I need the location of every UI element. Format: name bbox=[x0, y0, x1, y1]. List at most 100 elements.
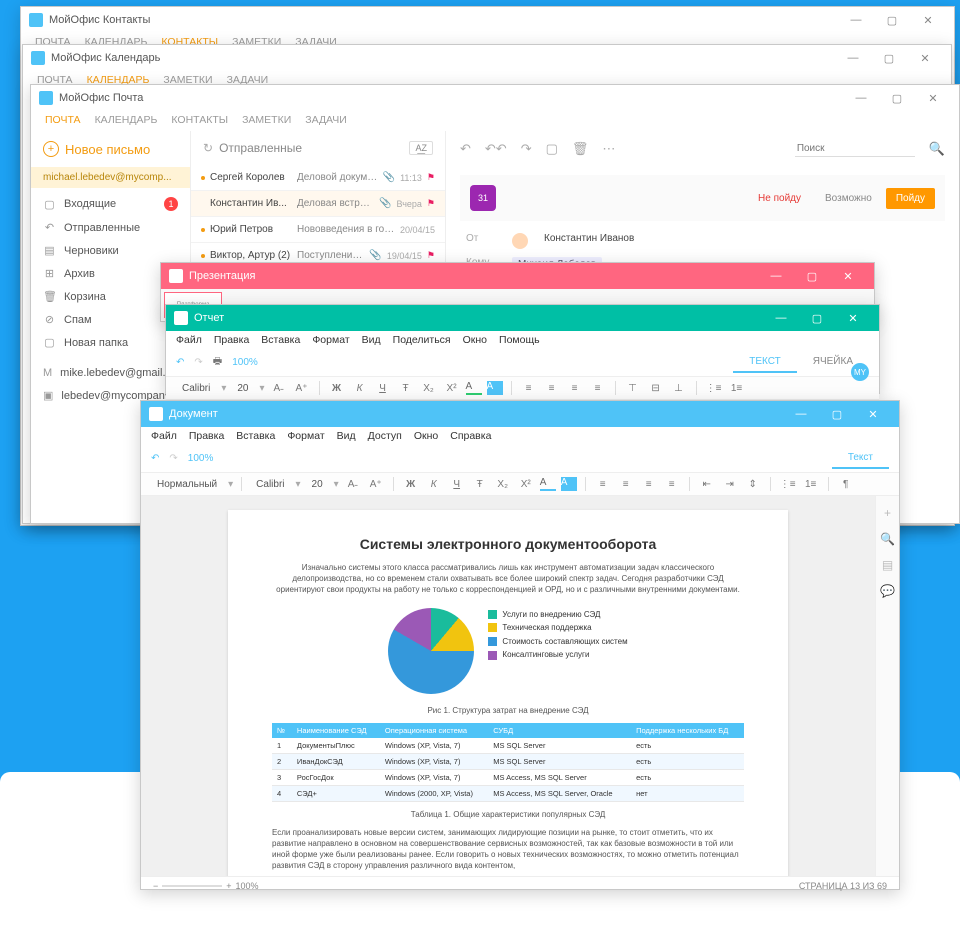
font-decrease-icon[interactable]: A˗ bbox=[344, 479, 362, 490]
menu-file[interactable]: Файл bbox=[176, 334, 202, 346]
align-center-icon[interactable]: ≡ bbox=[617, 479, 635, 490]
menu-edit[interactable]: Правка bbox=[214, 334, 249, 346]
size-select[interactable]: 20 bbox=[231, 382, 254, 395]
text-color-icon[interactable]: A bbox=[540, 477, 556, 491]
folder-Черновики[interactable]: ▤Черновики bbox=[31, 239, 190, 262]
subscript-icon[interactable]: X₂ bbox=[420, 383, 438, 394]
add-icon[interactable]: + bbox=[884, 506, 891, 520]
menu-format[interactable]: Формат bbox=[287, 430, 324, 442]
maximize-icon[interactable]: ▢ bbox=[794, 265, 830, 287]
font-increase-icon[interactable]: A⁺ bbox=[367, 479, 385, 490]
align-justify-icon[interactable]: ≡ bbox=[589, 383, 607, 394]
valign-mid-icon[interactable]: ⊟ bbox=[647, 383, 665, 394]
menu-help[interactable]: Помощь bbox=[499, 334, 540, 346]
minimize-icon[interactable]: — bbox=[763, 307, 799, 329]
align-right-icon[interactable]: ≡ bbox=[640, 479, 658, 490]
font-increase-icon[interactable]: A⁺ bbox=[293, 383, 311, 394]
strike-icon[interactable]: Ŧ bbox=[471, 479, 489, 490]
print-icon[interactable]: 🖶 bbox=[213, 354, 222, 371]
minimize-icon[interactable]: — bbox=[843, 87, 879, 109]
maximize-icon[interactable]: ▢ bbox=[871, 47, 907, 69]
search-icon[interactable]: 🔍 bbox=[929, 141, 945, 157]
menu-share[interactable]: Поделиться bbox=[393, 334, 451, 346]
number-list-icon[interactable]: 1≡ bbox=[728, 383, 746, 394]
bold-icon[interactable]: Ж bbox=[402, 479, 420, 490]
menu-insert[interactable]: Вставка bbox=[236, 430, 275, 442]
highlight-icon[interactable]: A bbox=[561, 477, 577, 491]
italic-icon[interactable]: К bbox=[351, 383, 369, 394]
maximize-icon[interactable]: ▢ bbox=[874, 9, 910, 31]
minimize-icon[interactable]: — bbox=[783, 403, 819, 425]
menu-tasks[interactable]: ЗАДАЧИ bbox=[305, 114, 347, 126]
redo-icon[interactable]: ↷ bbox=[194, 357, 202, 368]
menu-notes[interactable]: ЗАМЕТКИ bbox=[242, 114, 291, 126]
folder-Отправленные[interactable]: ↶Отправленные bbox=[31, 216, 190, 239]
bullet-list-icon[interactable]: ⋮≡ bbox=[779, 479, 797, 490]
font-select[interactable]: Calibri bbox=[176, 382, 216, 395]
menu-mail[interactable]: ПОЧТА bbox=[45, 114, 81, 126]
close-icon[interactable]: ✕ bbox=[835, 307, 871, 329]
menu-window[interactable]: Окно bbox=[414, 430, 438, 442]
size-select[interactable]: 20 bbox=[306, 478, 329, 491]
close-icon[interactable]: ✕ bbox=[830, 265, 866, 287]
message-row[interactable]: Сергей КоролевДеловой документооб...📎11:… bbox=[191, 165, 445, 191]
style-select[interactable]: Нормальный bbox=[151, 478, 223, 491]
align-right-icon[interactable]: ≡ bbox=[566, 383, 584, 394]
tab-text[interactable]: ТЕКСТ bbox=[733, 352, 797, 373]
menu-insert[interactable]: Вставка bbox=[261, 334, 300, 346]
valign-bot-icon[interactable]: ⊥ bbox=[670, 383, 688, 394]
indent-inc-icon[interactable]: ⇥ bbox=[721, 479, 739, 490]
delete-icon[interactable]: 🗑 bbox=[572, 141, 589, 157]
zoom-slider[interactable]: −+100% bbox=[153, 881, 259, 891]
rsvp-no-button[interactable]: Не пойду bbox=[748, 188, 811, 209]
highlight-icon[interactable]: A bbox=[487, 381, 503, 395]
underline-icon[interactable]: Ч bbox=[374, 383, 392, 394]
font-decrease-icon[interactable]: A˗ bbox=[270, 383, 288, 394]
menu-contacts[interactable]: КОНТАКТЫ bbox=[171, 114, 228, 126]
forward-icon[interactable]: ↷ bbox=[521, 141, 532, 157]
search-input[interactable] bbox=[795, 141, 915, 157]
bold-icon[interactable]: Ж bbox=[328, 383, 346, 394]
line-spacing-icon[interactable]: ⇕ bbox=[744, 479, 762, 490]
underline-icon[interactable]: Ч bbox=[448, 479, 466, 490]
menu-view[interactable]: Вид bbox=[337, 430, 356, 442]
user-badge[interactable]: MY bbox=[851, 363, 869, 381]
maximize-icon[interactable]: ▢ bbox=[799, 307, 835, 329]
new-letter-button[interactable]: +Новое письмо bbox=[31, 135, 190, 163]
subscript-icon[interactable]: X₂ bbox=[494, 479, 512, 490]
align-justify-icon[interactable]: ≡ bbox=[663, 479, 681, 490]
reply-icon[interactable]: ↶ bbox=[460, 141, 471, 157]
minimize-icon[interactable]: — bbox=[835, 47, 871, 69]
superscript-icon[interactable]: X² bbox=[517, 479, 535, 490]
menu-help[interactable]: Справка bbox=[450, 430, 491, 442]
more-icon[interactable]: ⋯ bbox=[602, 141, 615, 157]
text-color-icon[interactable]: A bbox=[466, 381, 482, 395]
number-list-icon[interactable]: 1≡ bbox=[802, 479, 820, 490]
pilcrow-icon[interactable]: ¶ bbox=[837, 479, 855, 490]
close-icon[interactable]: ✕ bbox=[910, 9, 946, 31]
maximize-icon[interactable]: ▢ bbox=[879, 87, 915, 109]
tab-text[interactable]: Текст bbox=[832, 448, 889, 469]
indent-dec-icon[interactable]: ⇤ bbox=[698, 479, 716, 490]
close-icon[interactable]: ✕ bbox=[915, 87, 951, 109]
close-icon[interactable]: ✕ bbox=[855, 403, 891, 425]
rsvp-maybe-button[interactable]: Возможно bbox=[815, 188, 882, 209]
rsvp-yes-button[interactable]: Пойду bbox=[886, 188, 935, 209]
menu-file[interactable]: Файл bbox=[151, 430, 177, 442]
menu-window[interactable]: Окно bbox=[463, 334, 487, 346]
maximize-icon[interactable]: ▢ bbox=[819, 403, 855, 425]
align-left-icon[interactable]: ≡ bbox=[594, 479, 612, 490]
menu-edit[interactable]: Правка bbox=[189, 430, 224, 442]
zoom-label[interactable]: 100% bbox=[188, 453, 214, 464]
italic-icon[interactable]: К bbox=[425, 479, 443, 490]
align-center-icon[interactable]: ≡ bbox=[543, 383, 561, 394]
search-icon[interactable]: 🔍 bbox=[880, 532, 895, 546]
menu-access[interactable]: Доступ bbox=[368, 430, 402, 442]
archive-icon[interactable]: ▢ bbox=[546, 141, 558, 157]
valign-top-icon[interactable]: ⊤ bbox=[624, 383, 642, 394]
minimize-icon[interactable]: — bbox=[758, 265, 794, 287]
zoom-label[interactable]: 100% bbox=[232, 357, 258, 368]
undo-icon[interactable]: ↶ bbox=[151, 453, 159, 464]
message-row[interactable]: Константин Ив...Деловая встреча📎Вчера⚑ bbox=[191, 191, 445, 217]
folder-Входящие[interactable]: ▢Входящие1 bbox=[31, 192, 190, 216]
